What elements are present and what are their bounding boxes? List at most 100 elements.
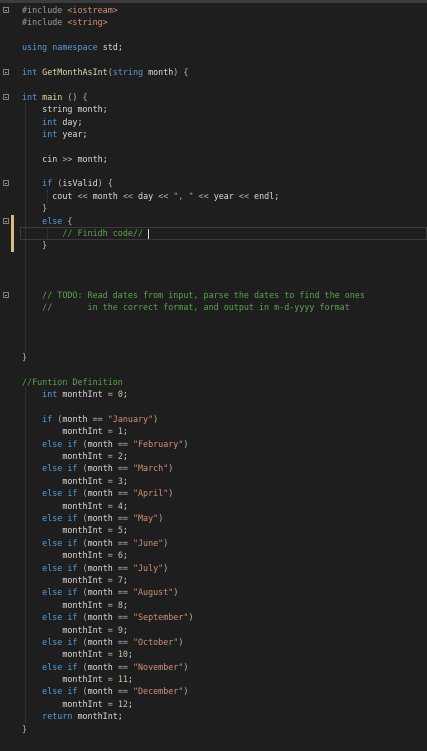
code-token: ): [178, 636, 184, 647]
code-token: else if: [42, 636, 83, 647]
code-line[interactable]: else if (month == "September"): [0, 611, 427, 623]
code-token: ;: [122, 451, 128, 462]
code-line[interactable]: }: [0, 202, 427, 214]
code-line[interactable]: #include <string>: [0, 16, 427, 28]
fold-toggle-icon[interactable]: [3, 7, 9, 13]
code-line[interactable]: monthInt = 12;: [0, 698, 427, 710]
code-line[interactable]: [0, 165, 427, 177]
code-line[interactable]: string month;: [0, 103, 427, 115]
fold-toggle-icon[interactable]: [3, 291, 9, 298]
code-line[interactable]: monthInt = 6;: [0, 549, 427, 561]
code-line[interactable]: return monthInt;: [0, 710, 427, 722]
code-line[interactable]: [0, 339, 427, 351]
code-line[interactable]: cout << month << day << ", " << year << …: [0, 190, 427, 202]
code-line[interactable]: if (isValid) {: [0, 177, 427, 189]
code-text: #include <iostream>: [22, 4, 118, 16]
code-line[interactable]: int monthInt = 0;: [0, 388, 427, 400]
code-line[interactable]: [0, 140, 427, 152]
code-text: }: [22, 351, 27, 363]
code-line[interactable]: [0, 29, 427, 41]
code-token: monthInt: [62, 451, 108, 462]
code-line[interactable]: [0, 314, 427, 326]
code-text: else if (month == "March"): [22, 462, 173, 474]
code-line[interactable]: }: [0, 723, 427, 735]
indent-guide: [47, 227, 48, 240]
code-token: ) {: [97, 178, 113, 189]
code-line[interactable]: monthInt = 8;: [0, 599, 427, 611]
code-token: 12: [117, 698, 128, 709]
code-line[interactable]: if (month == "January"): [0, 413, 427, 425]
fold-toggle-icon[interactable]: [3, 217, 9, 224]
code-line[interactable]: else {: [0, 215, 427, 227]
text-caret: [148, 228, 149, 239]
code-token: month: [87, 537, 118, 548]
fold-toggle-icon[interactable]: [3, 68, 9, 75]
code-token: ;: [122, 525, 128, 536]
code-token: "June": [132, 537, 164, 548]
code-line[interactable]: int GetMonthAsInt(string month) {: [0, 66, 427, 78]
code-line[interactable]: else if (month == "December"): [0, 685, 427, 697]
code-line[interactable]: [0, 54, 427, 66]
code-line[interactable]: [0, 252, 427, 264]
code-token: ;: [127, 649, 133, 660]
code-line[interactable]: [0, 326, 427, 338]
code-token: monthInt: [62, 599, 108, 610]
code-text: int monthInt = 0;: [22, 388, 128, 400]
code-line[interactable]: else if (month == "February"): [0, 438, 427, 450]
code-line[interactable]: else if (month == "March"): [0, 462, 427, 474]
code-token: day;: [62, 116, 83, 127]
code-line[interactable]: [0, 277, 427, 289]
code-text: if (isValid) {: [22, 177, 113, 189]
fold-toggle-icon[interactable]: [3, 180, 9, 187]
code-token: >>: [62, 153, 78, 164]
code-line[interactable]: // in the correct format, and output in …: [0, 301, 427, 313]
code-token: month: [87, 513, 118, 524]
code-text: monthInt = 2;: [22, 450, 128, 462]
code-line[interactable]: else if (month == "July"): [0, 562, 427, 574]
code-token: "April": [132, 488, 169, 499]
code-line[interactable]: }: [0, 351, 427, 363]
code-line[interactable]: cin >> month;: [0, 153, 427, 165]
code-line[interactable]: else if (month == "June"): [0, 537, 427, 549]
code-line[interactable]: monthInt = 4;: [0, 500, 427, 512]
code-line[interactable]: monthInt = 9;: [0, 624, 427, 636]
code-text: monthInt = 9;: [22, 624, 128, 636]
code-line[interactable]: }: [0, 239, 427, 251]
code-line[interactable]: [0, 401, 427, 413]
code-line[interactable]: int year;: [0, 128, 427, 140]
code-line[interactable]: int main () {: [0, 91, 427, 103]
code-line[interactable]: // TODO: Read dates from input, parse th…: [0, 289, 427, 301]
code-text: // in the correct format, and output in …: [22, 301, 350, 313]
code-line[interactable]: monthInt = 11;: [0, 673, 427, 685]
code-line[interactable]: else if (month == "August"): [0, 586, 427, 598]
code-line[interactable]: monthInt = 7;: [0, 574, 427, 586]
code-line[interactable]: //Funtion Definition: [0, 376, 427, 388]
code-token: ==: [117, 438, 133, 449]
current-line-highlight: [20, 227, 427, 240]
code-token: ==: [117, 488, 133, 499]
code-line[interactable]: else if (month == "April"): [0, 487, 427, 499]
code-line[interactable]: monthInt = 1;: [0, 425, 427, 437]
code-line[interactable]: monthInt = 3;: [0, 475, 427, 487]
code-token: }: [22, 351, 28, 362]
code-token: <<: [77, 190, 93, 201]
code-line[interactable]: else if (month == "May"): [0, 512, 427, 524]
code-line[interactable]: else if (month == "November"): [0, 661, 427, 673]
code-line[interactable]: monthInt = 10;: [0, 648, 427, 660]
code-line[interactable]: monthInt = 5;: [0, 524, 427, 536]
fold-toggle-icon[interactable]: [3, 93, 9, 100]
code-line[interactable]: using namespace std;: [0, 41, 427, 53]
code-line[interactable]: else if (month == "October"): [0, 636, 427, 648]
code-line[interactable]: #include <iostream>: [0, 4, 427, 16]
code-token: =: [107, 698, 118, 709]
code-line[interactable]: [0, 264, 427, 276]
code-line[interactable]: monthInt = 2;: [0, 450, 427, 462]
code-line[interactable]: [0, 78, 427, 90]
code-token: "September": [132, 612, 189, 623]
code-editor[interactable]: #include <iostream> #include <string> usin…: [0, 4, 427, 751]
code-line[interactable]: [0, 363, 427, 375]
code-line[interactable]: int day;: [0, 116, 427, 128]
